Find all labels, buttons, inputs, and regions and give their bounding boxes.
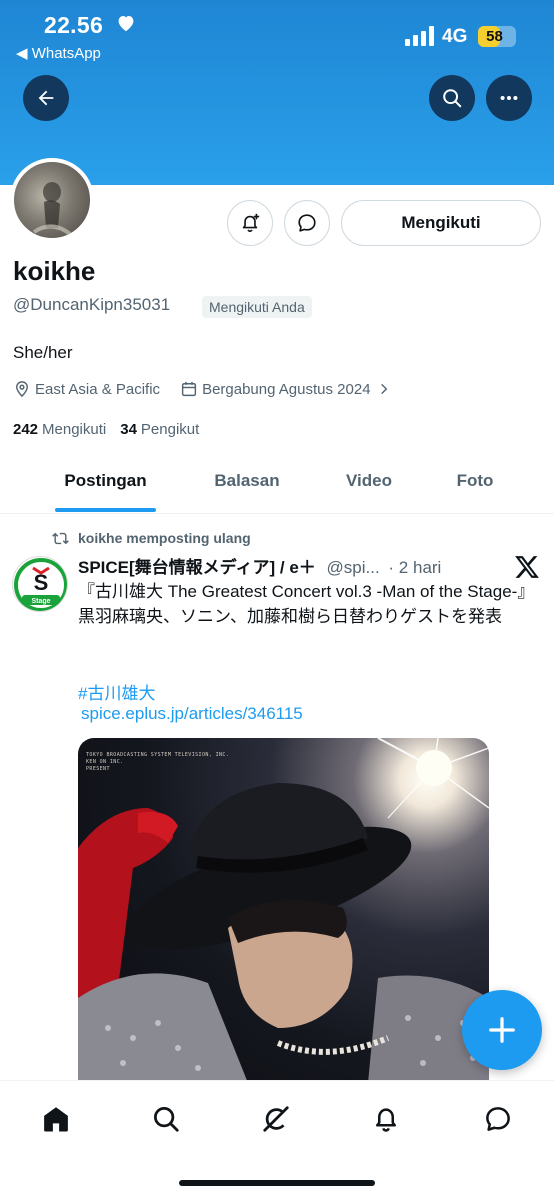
post-author-handle[interactable]: @spi... bbox=[327, 558, 380, 577]
followers-label: Pengikut bbox=[140, 421, 200, 438]
profile-avatar[interactable] bbox=[10, 158, 94, 242]
search-button[interactable] bbox=[429, 75, 475, 121]
signal-icon bbox=[405, 26, 434, 46]
notification-subscribe-button[interactable] bbox=[227, 200, 273, 246]
post-time: · 2 hari bbox=[388, 558, 442, 577]
tab-replies[interactable]: Balasan bbox=[200, 458, 294, 514]
home-indicator bbox=[179, 1180, 375, 1186]
profile-bio: She/her bbox=[13, 343, 73, 362]
spice-logo-icon: S Stage bbox=[14, 558, 67, 611]
calendar-icon bbox=[181, 381, 197, 397]
battery-percent: 58 bbox=[486, 28, 503, 45]
concert-photo bbox=[78, 738, 489, 1083]
following-button[interactable]: Mengikuti bbox=[341, 200, 541, 246]
active-tab-indicator bbox=[55, 508, 156, 512]
back-to-app-link[interactable]: ◀ WhatsApp bbox=[16, 44, 101, 62]
profile-meta: East Asia & Pacific Bergabung Agustus 20… bbox=[13, 378, 395, 400]
user-handle: @DuncanKipn35031 bbox=[13, 295, 171, 314]
nav-grok[interactable] bbox=[256, 1099, 296, 1139]
repost-indicator: koikhe memposting ulang bbox=[52, 528, 251, 548]
search-icon bbox=[443, 89, 462, 108]
message-button[interactable] bbox=[284, 200, 330, 246]
spice-logo-label: Stage bbox=[31, 598, 50, 605]
media-caption-text: TOKYO BROADCASTING SYSTEM TELEVISION, IN… bbox=[86, 752, 230, 772]
following-count-link[interactable]: 242 Mengikuti bbox=[13, 421, 106, 438]
following-count: 242 bbox=[13, 421, 39, 438]
post-media-image[interactable]: TOKYO BROADCASTING SYSTEM TELEVISION, IN… bbox=[78, 738, 489, 1083]
followers-count: 34 bbox=[120, 421, 137, 438]
messages-icon bbox=[486, 1107, 510, 1131]
post-header: SPICE[舞台情報メディア] / e＋ @spi... · 2 hari bbox=[78, 553, 498, 577]
follow-counts: 242 Mengikuti 34 Pengikut bbox=[13, 421, 199, 438]
tab-video[interactable]: Video bbox=[332, 458, 406, 514]
post-link[interactable]: spice.eplus.jp/articles/346115 bbox=[81, 704, 303, 724]
post-author-name[interactable]: SPICE[舞台情報メディア] / e＋ bbox=[78, 558, 316, 577]
profile-joined-date: Bergabung Agustus 2024 bbox=[202, 380, 371, 398]
tab-posts[interactable]: Postingan bbox=[55, 458, 156, 514]
nav-notifications[interactable] bbox=[366, 1099, 406, 1139]
search-icon bbox=[154, 1107, 179, 1132]
repost-icon bbox=[52, 532, 69, 544]
grok-icon bbox=[263, 1106, 289, 1132]
profile-tabs: Postingan Balasan Video Foto bbox=[0, 458, 554, 514]
nav-search[interactable] bbox=[146, 1099, 186, 1139]
profile-location: East Asia & Pacific bbox=[35, 380, 161, 398]
message-bubble-icon bbox=[298, 214, 316, 232]
battery-indicator: 58 bbox=[478, 26, 516, 47]
post-hashtag[interactable]: #古川雄大 bbox=[78, 679, 155, 704]
more-horizontal-icon bbox=[500, 95, 518, 101]
post-author-avatar[interactable]: S Stage bbox=[12, 556, 68, 612]
plus-icon bbox=[489, 1017, 515, 1043]
chevron-right-icon[interactable] bbox=[377, 382, 391, 396]
nav-home[interactable] bbox=[36, 1099, 76, 1139]
location-pin-icon bbox=[16, 381, 28, 398]
follows-you-badge: Mengikuti Anda bbox=[202, 296, 312, 318]
bell-plus-icon bbox=[242, 213, 260, 233]
back-button[interactable] bbox=[23, 75, 69, 121]
arrow-left-icon bbox=[38, 90, 54, 106]
home-icon bbox=[44, 1107, 68, 1132]
x-logo-icon[interactable] bbox=[514, 555, 540, 579]
avatar-photo bbox=[32, 182, 72, 236]
post-text: 『古川雄大 The Greatest Concert vol.3 -Man of… bbox=[78, 582, 535, 626]
heart-icon bbox=[118, 16, 134, 32]
repost-label[interactable]: koikhe memposting ulang bbox=[78, 530, 251, 546]
nav-messages[interactable] bbox=[478, 1099, 518, 1139]
status-time: 22.56 bbox=[44, 12, 104, 38]
tab-photos[interactable]: Foto bbox=[446, 458, 504, 514]
following-label: Mengikuti bbox=[42, 421, 107, 438]
display-name: koikhe bbox=[13, 256, 96, 286]
status-bar: 22.56 ◀ WhatsApp 4G 58 bbox=[0, 0, 554, 70]
notifications-icon bbox=[376, 1108, 396, 1132]
compose-button[interactable] bbox=[462, 990, 542, 1070]
followers-count-link[interactable]: 34 Pengikut bbox=[120, 421, 199, 438]
more-button[interactable] bbox=[486, 75, 532, 121]
network-type: 4G bbox=[442, 26, 468, 47]
